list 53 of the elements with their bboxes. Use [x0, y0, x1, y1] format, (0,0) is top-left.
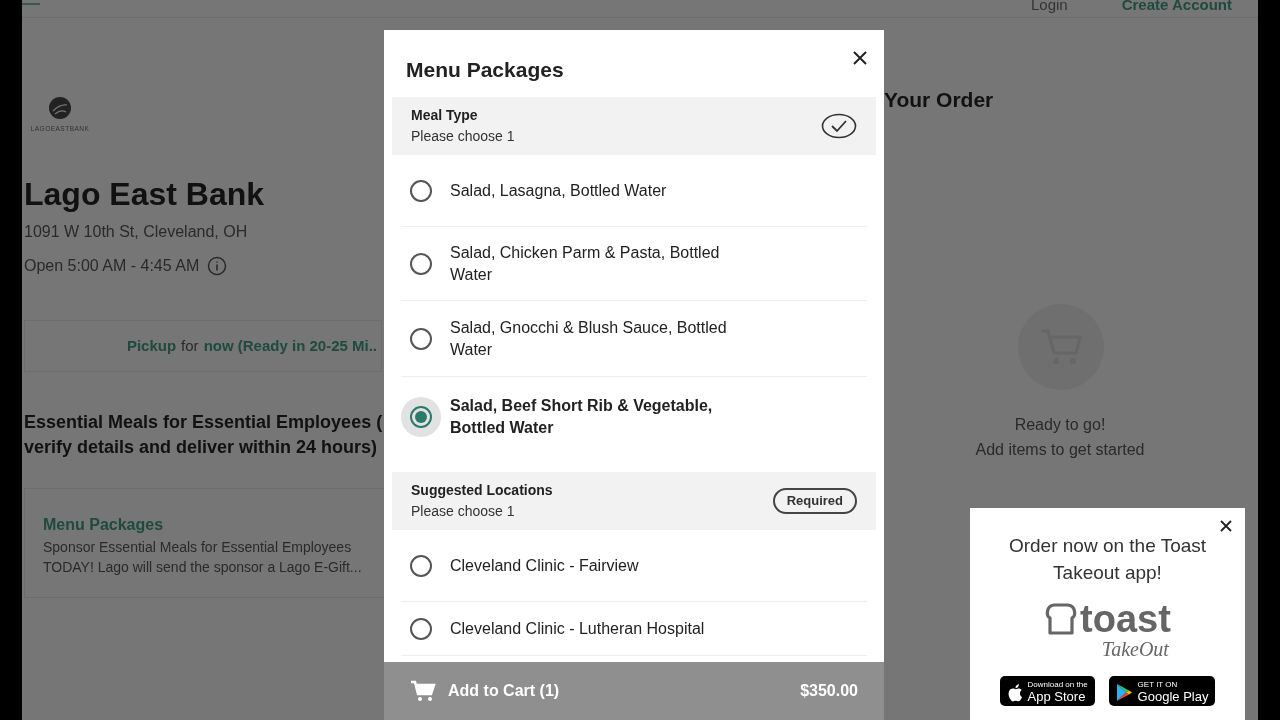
store-badge[interactable]: GET IT ON Google Play — [1108, 676, 1216, 706]
menu-heading: verify details and deliver within 24 hours) — [24, 435, 379, 459]
restaurant-name: Lago East Bank — [24, 174, 266, 214]
cart-icon — [410, 680, 436, 702]
empty-cart-title: Ready to go! — [1014, 414, 1106, 435]
option-row[interactable]: Cleveland Clinic - Lutheran Hospital — [401, 602, 867, 656]
check-icon — [821, 113, 857, 139]
group-hint: Please choose 1 — [411, 502, 516, 521]
empty-cart-subtitle: Add items to get started — [975, 439, 1145, 460]
option-label: Cleveland Clinic - Lutheran Hospital — [450, 618, 706, 639]
store-badge[interactable]: Download on the App Store — [999, 676, 1095, 706]
add-to-cart-label: Add to Cart (1) — [448, 681, 560, 701]
option-label: Salad, Beef Short Rib & Vegetable, Bottled Water — [450, 396, 714, 438]
radio-button[interactable] — [401, 397, 441, 437]
logo-icon — [48, 96, 72, 120]
address-text: 1091 W 10th St, Cleveland, OH — [24, 221, 249, 242]
badge-store-name: App Store — [1027, 689, 1087, 704]
option-row[interactable]: Salad, Beef Short Rib & Vegetable, Bottled Water — [401, 377, 867, 457]
option-label: Salad, Lasagna, Bottled Water — [450, 180, 668, 201]
group-title: Meal Type — [411, 106, 479, 125]
fulfillment-text: now (Ready in 20-25 Mi.. — [203, 335, 377, 356]
info-icon[interactable] — [207, 255, 228, 276]
menu-card-title: Menu Packages — [43, 514, 165, 535]
badge-caption: Download on the — [1027, 680, 1088, 689]
close-icon[interactable] — [852, 50, 868, 66]
apple-icon — [1006, 682, 1023, 702]
required-badge: Required — [772, 488, 857, 514]
close-icon[interactable] — [1220, 520, 1232, 532]
option-row[interactable]: Salad, Lasagna, Bottled Water — [401, 155, 867, 227]
menu-card-description: TODAY! Lago will send the sponsor a Lago E-Gift... — [43, 557, 363, 577]
cart-price: $350.00 — [800, 681, 858, 701]
takeout-logo-word: TakeOut — [1101, 638, 1169, 660]
toast-logo-word: toast — [1080, 600, 1171, 638]
option-label: Salad, Chicken Parm & Pasta, Bottled Water — [450, 242, 721, 285]
group-hint: Please choose 1 — [411, 127, 515, 146]
group-title: Suggested Locations — [411, 481, 553, 500]
order-title: Your Order — [884, 87, 994, 113]
menu-card-description: Sponsor Essential Meals for Essential Employees — [43, 537, 353, 557]
promo-title: Order now on the Toast Takeout app! — [1007, 534, 1208, 585]
fulfillment-text: for — [181, 335, 199, 356]
toast-bread-icon — [1044, 602, 1079, 636]
fulfillment-text: Pickup — [126, 335, 177, 356]
badge-store-name: Google Play — [1137, 689, 1209, 704]
menu-heading: Essential Meals for Essential Employees ( — [24, 410, 384, 434]
play-icon — [1115, 682, 1133, 702]
option-row[interactable]: Cleveland Clinic - Fairview — [401, 530, 867, 602]
option-row[interactable]: Salad, Gnocchi & Blush Sauce, Bottled Water — [401, 301, 867, 377]
option-label: Salad, Gnocchi & Blush Sauce, Bottled Water — [450, 317, 728, 360]
option-label: Cleveland Clinic - Fairview — [450, 555, 640, 576]
hours-text: Open 5:00 AM - 4:45 AM — [24, 255, 200, 276]
badge-caption: GET IT ON — [1137, 680, 1179, 689]
option-row[interactable]: Salad, Chicken Parm & Pasta, Bottled Water — [401, 227, 867, 301]
dialog-title: Menu Packages — [406, 57, 564, 84]
